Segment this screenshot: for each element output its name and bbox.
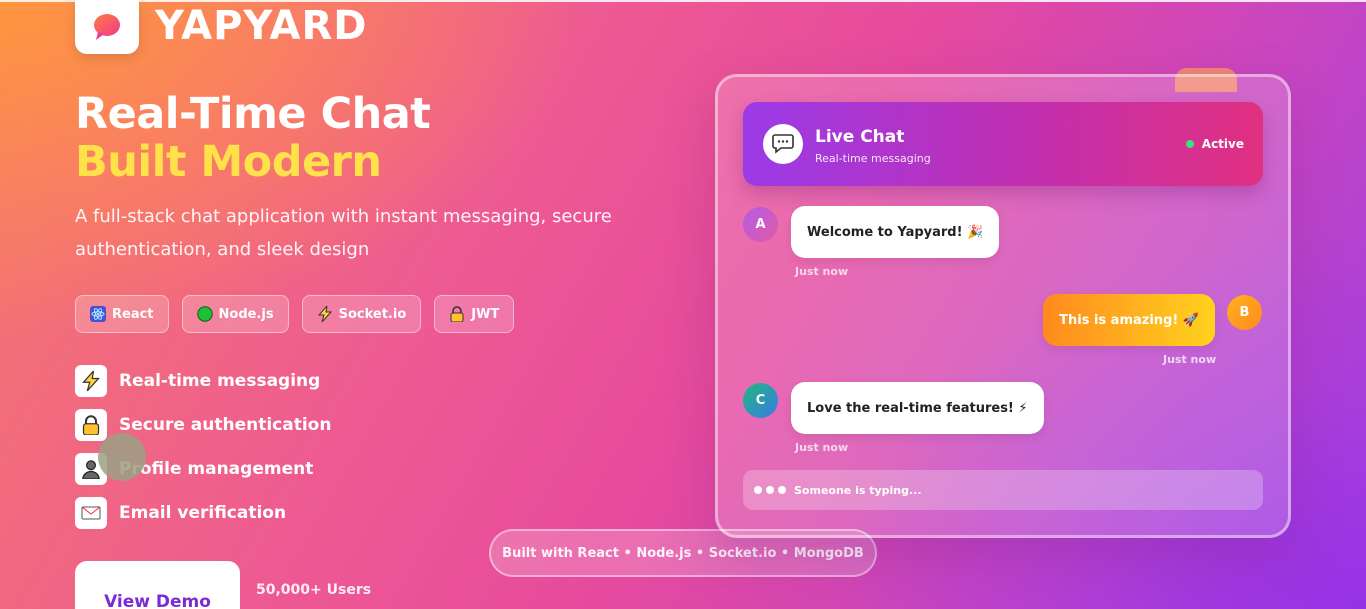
message-bubble: Love the real-time features! ⚡ <box>791 382 1044 434</box>
view-demo-button[interactable]: View Demo <box>75 561 240 609</box>
message-bubble: Welcome to Yapyard! 🎉 <box>791 206 1000 258</box>
tech-badge-label: JWT <box>471 306 500 322</box>
lightning-icon <box>317 306 333 322</box>
chat-title: Live Chat <box>815 127 905 147</box>
lock-icon <box>75 409 107 441</box>
tech-badge-label: Socket.io <box>338 306 407 322</box>
lightning-icon <box>75 365 107 397</box>
typing-indicator: Someone is typing... <box>743 470 1263 510</box>
message-timestamp: Just now <box>795 441 849 454</box>
typing-dots-icon <box>754 486 786 494</box>
brand[interactable]: YAPYARD <box>75 0 368 54</box>
lock-icon <box>449 306 465 322</box>
chat-subtitle: Real-time messaging <box>815 152 931 165</box>
feature-item: Email verification <box>75 497 331 529</box>
atom-icon <box>90 306 106 322</box>
cursor-highlight <box>98 433 146 481</box>
brand-name: YAPYARD <box>155 3 368 49</box>
feature-label: Profile management <box>119 459 314 479</box>
message-timestamp: Just now <box>795 265 849 278</box>
typing-label: Someone is typing... <box>794 483 922 497</box>
avatar: A <box>743 207 778 242</box>
hero-title-line2: Built Modern <box>75 137 382 187</box>
status-label: Active <box>1201 137 1244 151</box>
tech-badge-nodejs[interactable]: Node.js <box>181 295 289 333</box>
hero-title: Real-Time Chat Built Modern <box>75 89 431 187</box>
chat-bubble-icon <box>75 0 139 54</box>
feature-label: Real-time messaging <box>119 371 321 391</box>
status-dot-icon <box>1185 140 1194 148</box>
tech-badge-label: Node.js <box>218 306 274 322</box>
feature-label: Email verification <box>119 503 287 523</box>
envelope-icon <box>75 497 107 529</box>
tech-badge-socketio[interactable]: Socket.io <box>301 295 422 333</box>
feature-label: Secure authentication <box>119 415 332 435</box>
message-icon <box>763 124 803 164</box>
users-count: 50,000+ Users <box>256 582 372 598</box>
green-circle-icon <box>196 306 213 322</box>
message-timestamp: Just now <box>1163 353 1217 366</box>
tech-badge-react[interactable]: React <box>75 295 169 333</box>
tech-badge-label: React <box>112 306 154 322</box>
tech-badge-jwt[interactable]: JWT <box>434 295 515 333</box>
message-bubble-outgoing: This is amazing! 🚀 <box>1043 294 1215 346</box>
status-badge: Active <box>1185 137 1244 151</box>
hero-subtitle: A full-stack chat application with insta… <box>75 206 612 260</box>
hero-title-line1: Real-Time Chat <box>75 89 431 139</box>
avatar: B <box>1227 295 1262 330</box>
chat-header: Live Chat Real-time messaging Active <box>743 102 1263 186</box>
avatar: C <box>743 383 778 418</box>
feature-item: Real-time messaging <box>75 365 331 397</box>
tech-badges: React Node.js Socket.io JWT <box>75 295 515 333</box>
